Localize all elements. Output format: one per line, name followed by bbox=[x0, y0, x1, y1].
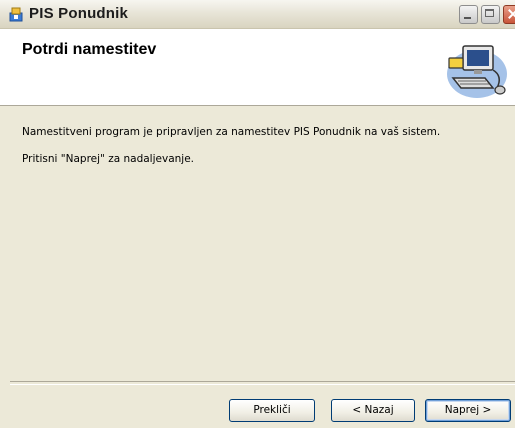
ready-message: Namestitveni program je pripravljen za n… bbox=[22, 126, 441, 138]
maximize-icon[interactable] bbox=[481, 5, 500, 24]
footer-divider bbox=[10, 381, 515, 385]
title-bar[interactable]: PIS Ponudnik bbox=[0, 0, 515, 29]
cancel-button[interactable]: Prekliči bbox=[229, 399, 315, 422]
continue-instruction: Pritisni "Naprej" za nadaljevanje. bbox=[22, 153, 194, 165]
minimize-icon[interactable] bbox=[459, 5, 478, 24]
content-area: Namestitveni program je pripravljen za n… bbox=[0, 107, 515, 382]
close-icon[interactable] bbox=[503, 5, 515, 24]
computer-install-icon bbox=[447, 45, 507, 98]
header-banner: Potrdi namestitev bbox=[0, 29, 515, 105]
back-button[interactable]: < Nazaj bbox=[331, 399, 415, 422]
window-title: PIS Ponudnik bbox=[29, 5, 129, 22]
installer-window: PIS Ponudnik Potrdi namestitev Namestitv… bbox=[0, 0, 515, 428]
page-title: Potrdi namestitev bbox=[22, 41, 157, 58]
next-button[interactable]: Naprej > bbox=[425, 399, 511, 422]
installer-app-icon bbox=[9, 7, 23, 22]
